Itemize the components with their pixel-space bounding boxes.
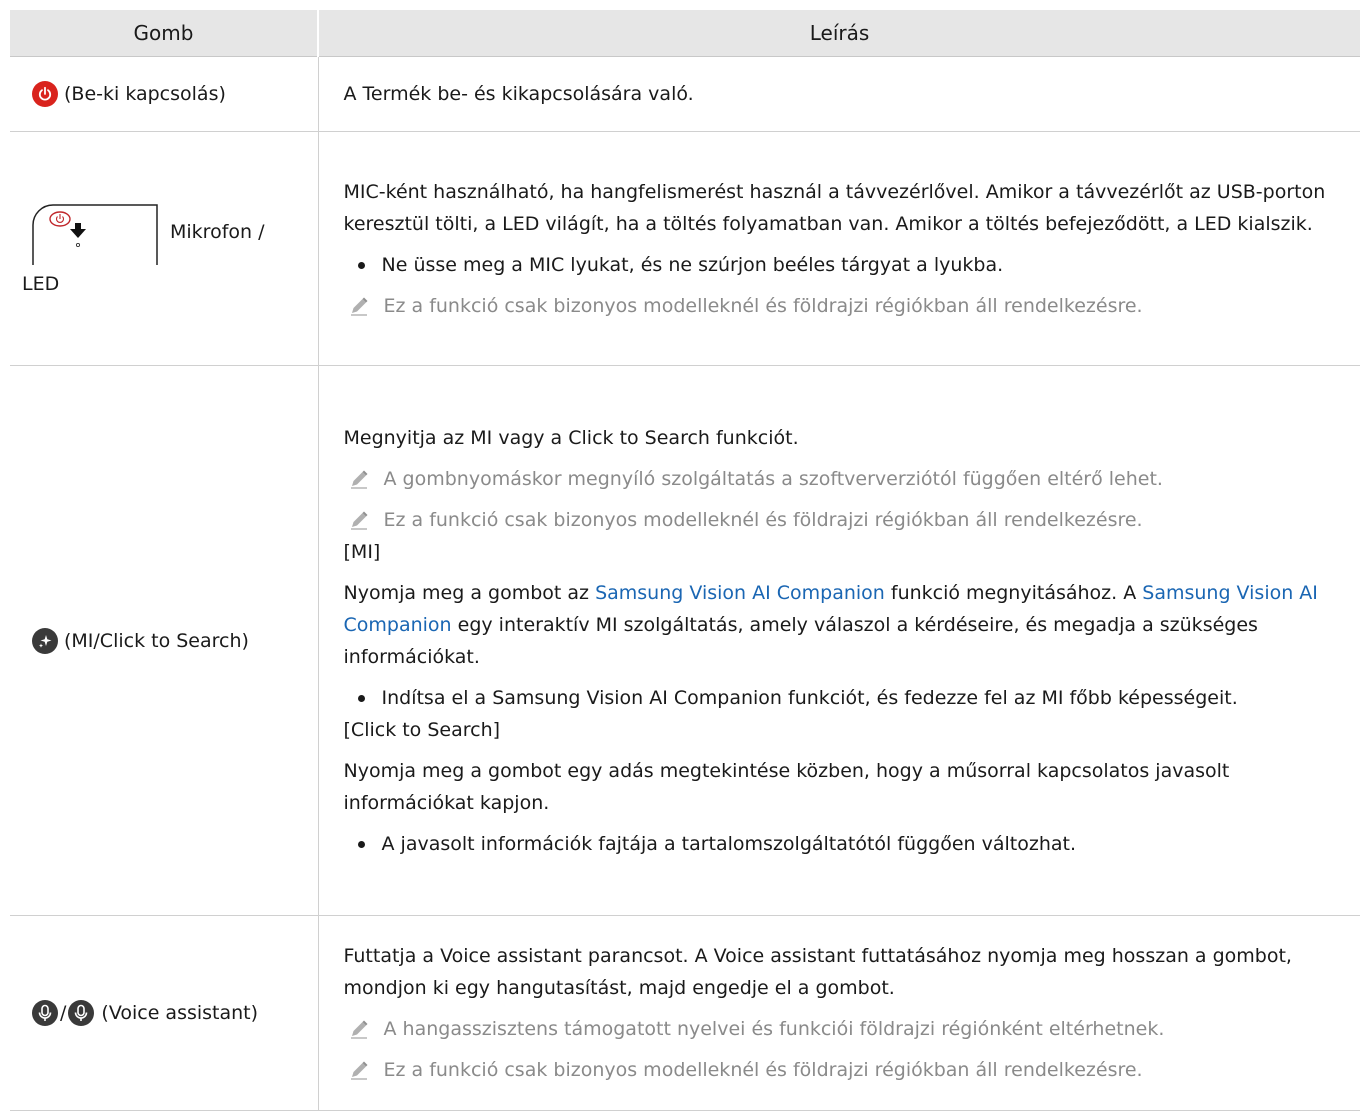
- samsung-vision-ai-link[interactable]: Samsung Vision AI Companion: [595, 582, 885, 604]
- pencil-note-icon: [348, 1018, 370, 1040]
- note-item: A gombnyomáskor megnyíló szolgáltatás a …: [344, 463, 1333, 495]
- bullet-item: Ne üsse meg a MIC lyukat, és ne szúrjon …: [344, 249, 1333, 281]
- key-label-power: (Be-ki kapcsolás): [64, 83, 226, 105]
- table-row-mi-click-to-search: (MI/Click to Search) Megnyitja az MI vag…: [10, 365, 1360, 916]
- desc-text: Futtatja a Voice assistant parancsot. A …: [343, 945, 1292, 999]
- desc-cell-mic-led: MIC-ként használható, ha hangfelismerést…: [318, 131, 1360, 366]
- bullet-item: A javasolt információk fajtája a tartalo…: [344, 828, 1333, 860]
- power-icon: [32, 81, 58, 107]
- bullet-item: Indítsa el a Samsung Vision AI Companion…: [344, 682, 1333, 714]
- key-label-mi: (MI/Click to Search): [64, 629, 249, 652]
- note-text: Ez a funkció csak bizonyos modelleknél é…: [383, 508, 1143, 531]
- note-item: Ez a funkció csak bizonyos modelleknél é…: [344, 504, 1333, 536]
- note-text: Ez a funkció csak bizonyos modelleknél é…: [383, 294, 1143, 317]
- column-header-description: Leírás: [318, 10, 1360, 57]
- microphone-icon: [68, 1000, 94, 1026]
- key-cell-power: (Be-ki kapcsolás): [10, 56, 319, 132]
- subheading-click-to-search: [Click to Search]: [343, 718, 501, 741]
- note-text: A gombnyomáskor megnyíló szolgáltatás a …: [383, 467, 1163, 490]
- pencil-note-icon: [348, 468, 370, 490]
- key-label-voice: (Voice assistant): [101, 1002, 259, 1024]
- pencil-note-icon: [348, 1059, 370, 1081]
- note-item: Ez a funkció csak bizonyos modelleknél é…: [344, 1054, 1333, 1086]
- key-cell-mi: (MI/Click to Search): [10, 365, 319, 916]
- remote-mic-led-illustration: [32, 203, 158, 265]
- note-text: A hangasszisztens támogatott nyelvei és …: [383, 1018, 1165, 1040]
- key-cell-voice: / (Voice assistant): [10, 915, 319, 1111]
- note-item: Ez a funkció csak bizonyos modelleknél é…: [344, 290, 1333, 322]
- desc-intro: Megnyitja az MI vagy a Click to Search f…: [343, 426, 799, 449]
- table-row-power: (Be-ki kapcsolás) A Termék be- és kikapc…: [10, 56, 1360, 132]
- table-row-mic-led: Mikrofon / LED MIC-ként használható, ha …: [10, 131, 1360, 366]
- button-table: Gomb Leírás (Be-ki kapcsolás) A Termék b…: [10, 10, 1360, 1111]
- desc-cell-mi: Megnyitja az MI vagy a Click to Search f…: [318, 365, 1360, 916]
- table-row-voice-assistant: / (Voice assistant) Futtatja a Voice ass…: [10, 915, 1360, 1111]
- desc-cell-voice: Futtatja a Voice assistant parancsot. A …: [318, 915, 1360, 1111]
- column-header-button: Gomb: [10, 10, 319, 57]
- note-text: Ez a funkció csak bizonyos modelleknél é…: [383, 1059, 1143, 1081]
- pencil-note-icon: [348, 295, 370, 317]
- desc-text: MIC-ként használható, ha hangfelismerést…: [343, 180, 1326, 235]
- subheading-mi: [MI]: [343, 540, 381, 563]
- icon-separator: /: [60, 1002, 67, 1024]
- key-label-led: LED: [22, 272, 60, 295]
- pencil-note-icon: [348, 509, 370, 531]
- note-item: A hangasszisztens támogatott nyelvei és …: [344, 1013, 1333, 1045]
- desc-text: A Termék be- és kikapcsolására való.: [343, 83, 694, 105]
- key-label-mic: Mikrofon /: [170, 220, 265, 243]
- desc-text: Nyomja meg a gombot egy adás megtekintés…: [343, 759, 1230, 814]
- table-header-row: Gomb Leírás: [10, 10, 1360, 57]
- desc-text: Nyomja meg a gombot az Samsung Vision AI…: [343, 581, 1318, 668]
- microphone-icon: [32, 1000, 58, 1026]
- key-cell-mic-led: Mikrofon / LED: [10, 131, 319, 366]
- desc-cell-power: A Termék be- és kikapcsolására való.: [318, 56, 1360, 132]
- ai-sparkle-icon: [32, 627, 58, 654]
